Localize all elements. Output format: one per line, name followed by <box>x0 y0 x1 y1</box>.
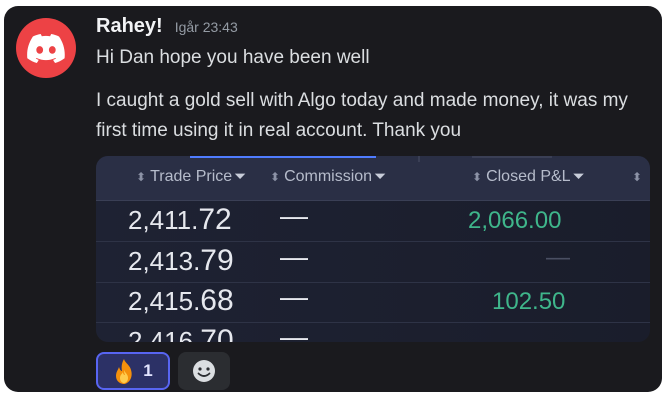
chat-message-card: Rahey! Igår 23:43 Hi Dan hope you have b… <box>4 6 662 392</box>
price-decimal: 72 <box>198 203 232 236</box>
price-decimal: 79 <box>200 244 234 277</box>
message-text-line1: Hi Dan hope you have been well <box>96 47 370 68</box>
avatar[interactable] <box>16 18 76 78</box>
table-header: ⬍ Trade Price ⏷ ⬍ Commission ⏷ ⬍ Closed P&L ⏷ … <box>96 156 650 201</box>
reaction-bar: 1 <box>96 352 230 390</box>
trade-price-cell: 2,416.70 <box>128 324 234 342</box>
price-decimal: 68 <box>200 284 234 317</box>
reaction-fire[interactable]: 1 <box>96 352 170 390</box>
username[interactable]: Rahey! <box>96 15 163 38</box>
closed-pnl-cell: 2,066.00 <box>468 207 562 234</box>
closed-pnl-cell: — <box>546 244 570 271</box>
filter-icon[interactable]: ⏷ <box>573 168 585 185</box>
sort-icon[interactable]: ⬍ <box>632 170 642 184</box>
price-integer: 2,416. <box>128 326 201 342</box>
table-row[interactable]: 2,415.68 — 102.50 <box>96 281 650 323</box>
closed-pnl-cell: 102.50 <box>492 288 566 315</box>
column-header-commission[interactable]: ⬍ Commission ⏷ <box>270 168 386 186</box>
timestamp: Igår 23:43 <box>174 19 238 35</box>
trade-price-cell: 2,415.68 <box>128 284 234 318</box>
sort-icon[interactable]: ⬍ <box>270 170 280 184</box>
filter-icon[interactable]: ⏷ <box>374 168 386 185</box>
commission-cell: — <box>280 241 308 272</box>
commission-cell: — <box>280 200 308 231</box>
column-header-label: Closed P&L <box>486 168 571 185</box>
sort-icon[interactable]: ⬍ <box>472 170 482 184</box>
table-row[interactable]: 2,411.72 — 2,066.00 <box>96 200 650 242</box>
trade-price-cell: 2,413.79 <box>128 244 234 278</box>
table-row[interactable]: 2,416.70 — <box>96 321 650 342</box>
fire-emoji-icon <box>116 359 132 384</box>
column-header-label: Commission <box>284 168 373 185</box>
sort-icon[interactable]: ⬍ <box>136 170 146 184</box>
reaction-count: 1 <box>143 361 153 380</box>
commission-cell: — <box>280 321 308 342</box>
screenshot-embed[interactable]: ⬍ Trade Price ⏷ ⬍ Commission ⏷ ⬍ Closed P&L ⏷ … <box>96 156 650 342</box>
column-header-trade-price[interactable]: ⬍ Trade Price ⏷ <box>136 168 246 186</box>
price-integer: 2,411. <box>128 205 199 235</box>
column-header-next[interactable]: ⬍ <box>632 168 646 186</box>
tab-indicator <box>472 156 552 158</box>
price-decimal: 70 <box>200 324 234 342</box>
discord-logo-icon <box>27 33 65 63</box>
price-integer: 2,413. <box>128 246 201 276</box>
column-header-closed-pnl[interactable]: ⬍ Closed P&L ⏷ <box>472 168 585 186</box>
message-header: Rahey! Igår 23:43 <box>96 15 238 38</box>
table-row[interactable]: 2,413.79 — — <box>96 241 650 283</box>
commission-cell: — <box>280 281 308 312</box>
tab-divider <box>418 156 420 162</box>
price-integer: 2,415. <box>128 286 201 316</box>
add-reaction-icon <box>193 360 215 382</box>
column-header-label: Trade Price <box>150 168 233 185</box>
trade-price-cell: 2,411.72 <box>128 203 232 237</box>
filter-icon[interactable]: ⏷ <box>234 168 246 185</box>
active-tab-indicator <box>190 156 376 158</box>
message-text-line2: I caught a gold sell with Algo today and… <box>96 90 628 141</box>
add-reaction-button[interactable] <box>178 352 230 390</box>
